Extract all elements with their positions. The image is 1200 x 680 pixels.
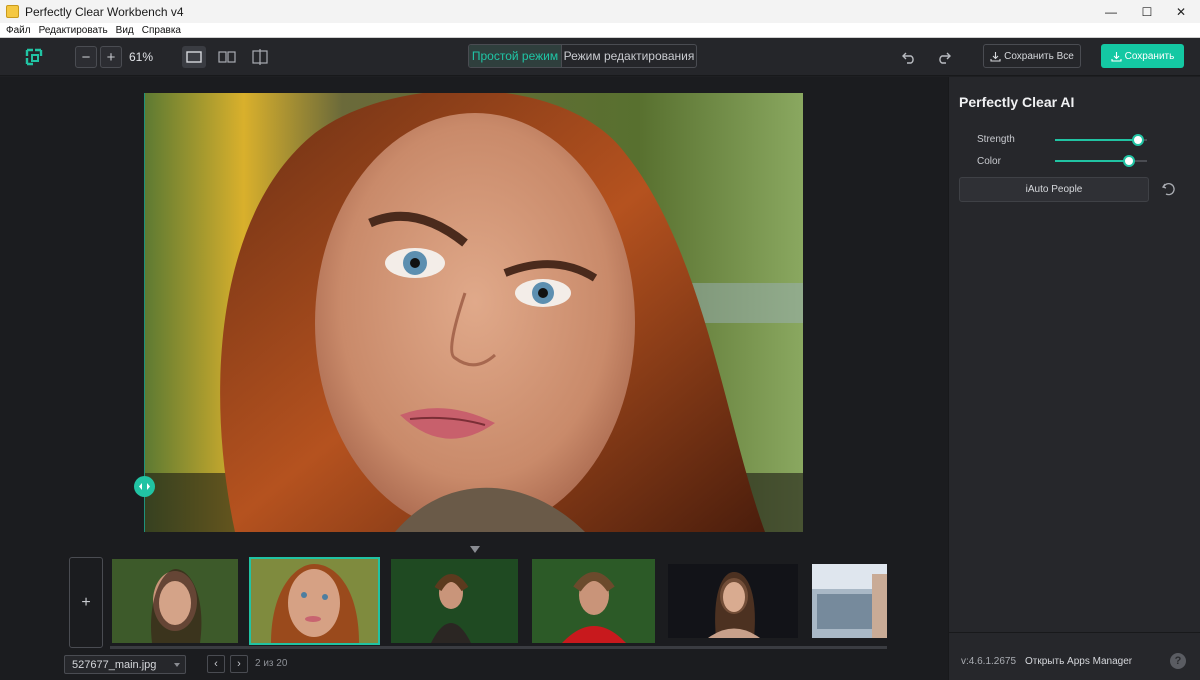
strength-label: Strength: [977, 134, 1015, 145]
filmstrip-collapse-icon[interactable]: [470, 546, 480, 553]
maximize-button[interactable]: ☐: [1130, 0, 1164, 23]
color-slider[interactable]: [1055, 155, 1147, 167]
window-title: Perfectly Clear Workbench v4: [25, 4, 184, 19]
help-icon[interactable]: ?: [1170, 653, 1186, 669]
image-counter: 2 из 20: [255, 658, 288, 669]
redo-icon[interactable]: [934, 47, 954, 67]
color-slider-fill: [1055, 160, 1129, 162]
file-name-select[interactable]: 527677_main.jpg: [64, 655, 186, 674]
filmstrip-scrollbar[interactable]: [110, 646, 887, 649]
zoom-value: 61%: [129, 50, 154, 64]
thumbnail[interactable]: [812, 564, 887, 638]
file-name-value: 527677_main.jpg: [72, 658, 157, 671]
main-photo[interactable]: [145, 93, 803, 532]
color-slider-knob[interactable]: [1122, 155, 1135, 167]
download-icon: [990, 51, 1001, 62]
zoom-in-button[interactable]: +: [100, 46, 122, 68]
chevron-down-icon: [174, 663, 180, 667]
zoom-out-button[interactable]: −: [75, 46, 97, 68]
open-apps-manager-link[interactable]: Открыть Apps Manager: [1025, 656, 1132, 667]
menu-file[interactable]: Файл: [6, 25, 31, 36]
iauto-people-button[interactable]: iAuto People: [959, 177, 1149, 202]
menu-view[interactable]: Вид: [116, 25, 134, 36]
panel-title: Perfectly Clear AI: [959, 94, 1075, 110]
single-view-icon[interactable]: [182, 46, 206, 68]
adjustments-panel: Perfectly Clear AI Strength Color iAuto …: [948, 77, 1200, 680]
strength-slider-knob[interactable]: [1131, 134, 1144, 146]
compare-split-handle[interactable]: [134, 476, 155, 497]
thumbnail[interactable]: [391, 559, 518, 643]
mode-switch: Простой режим Режим редактирования: [468, 44, 697, 68]
undo-icon[interactable]: [899, 47, 919, 67]
menu-edit[interactable]: Редактировать: [39, 25, 108, 36]
save-label: Сохранить: [1124, 50, 1175, 62]
menu-help[interactable]: Справка: [142, 25, 181, 36]
tab-simple-mode[interactable]: Простой режим: [469, 45, 562, 67]
thumbnail[interactable]: [668, 564, 798, 638]
tab-edit-mode[interactable]: Режим редактирования: [562, 45, 696, 67]
save-all-button[interactable]: Сохранить Все: [983, 44, 1081, 68]
side-by-side-view-icon[interactable]: [215, 46, 239, 68]
panel-footer: v:4.6.1.2675 Открыть Apps Manager ?: [949, 632, 1200, 680]
save-all-label: Сохранить Все: [1004, 50, 1074, 62]
close-button[interactable]: ✕: [1164, 0, 1198, 23]
download-icon: [1111, 51, 1122, 62]
minimize-button[interactable]: —: [1094, 0, 1128, 23]
split-view-icon[interactable]: [248, 46, 272, 68]
title-bar: Perfectly Clear Workbench v4 — ☐ ✕: [0, 0, 1200, 23]
menu-bar: Файл Редактировать Вид Справка: [0, 23, 1200, 38]
previous-image-button[interactable]: ‹: [207, 655, 225, 673]
thumbnail[interactable]: [532, 559, 655, 643]
add-images-button[interactable]: +: [69, 557, 103, 648]
color-label: Color: [977, 156, 1001, 167]
version-label: v:4.6.1.2675: [961, 656, 1017, 667]
app-logo-icon: [24, 47, 44, 67]
thumbnail-selected[interactable]: [249, 557, 380, 645]
app-icon: [6, 5, 19, 18]
next-image-button[interactable]: ›: [230, 655, 248, 673]
strength-slider-fill: [1055, 139, 1138, 141]
save-button[interactable]: Сохранить: [1101, 44, 1184, 68]
compare-split-line: [144, 93, 145, 532]
toolbar: − + 61% Простой режим Режим редактирован…: [0, 38, 1200, 76]
strength-slider[interactable]: [1055, 134, 1147, 146]
reset-icon[interactable]: [1161, 181, 1177, 197]
thumbnail[interactable]: [112, 559, 238, 643]
